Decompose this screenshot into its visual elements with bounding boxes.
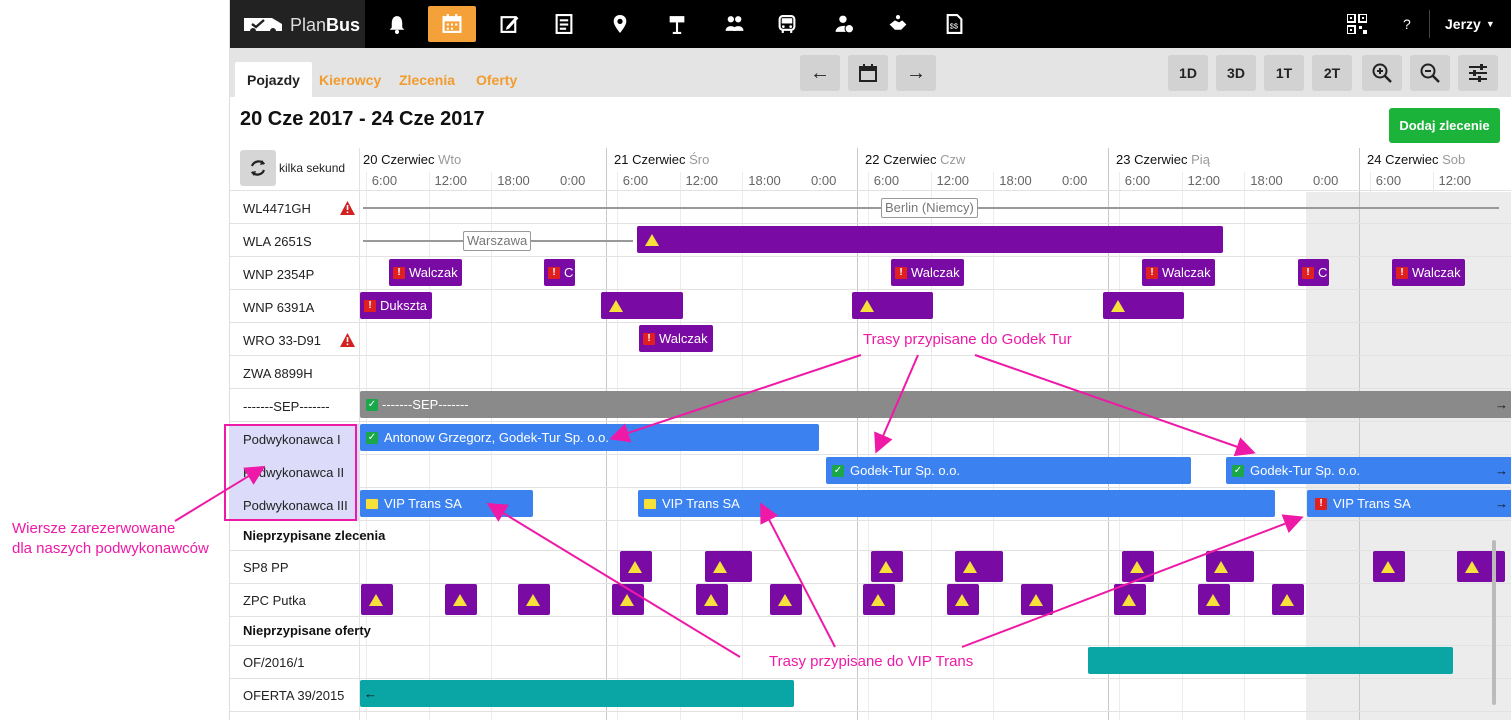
annotation-arrows [174, 354, 1304, 658]
